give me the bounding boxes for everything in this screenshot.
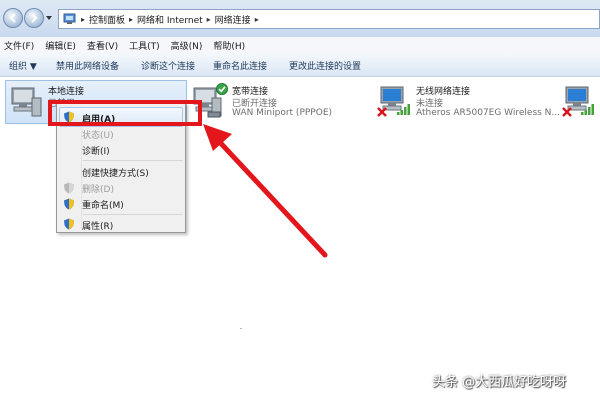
watermark: 头条 @大西瓜好吃呀呀	[432, 375, 567, 390]
dust-mark	[240, 328, 242, 329]
annotation-arrow-icon	[203, 124, 328, 258]
